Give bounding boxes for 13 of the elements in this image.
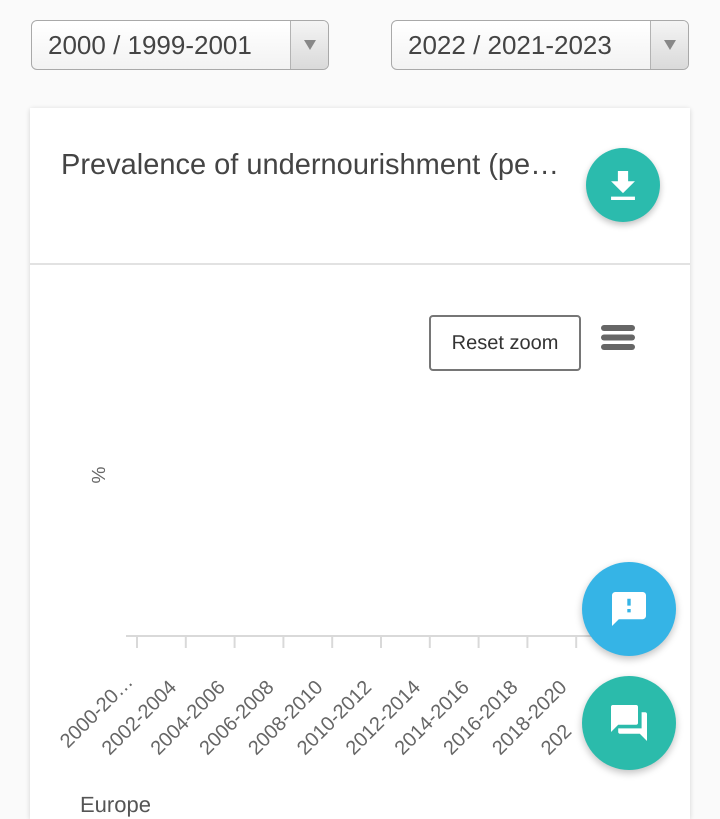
caret-icon bbox=[304, 40, 316, 50]
period-select[interactable]: 2000 / 1999-2001 bbox=[31, 20, 329, 70]
caret-icon bbox=[664, 40, 676, 50]
axis-title: % bbox=[89, 466, 110, 484]
reset-zoom-button[interactable]: Reset zoom bbox=[429, 315, 581, 371]
download-button[interactable] bbox=[586, 148, 660, 222]
legend-item[interactable]: Europe bbox=[80, 793, 151, 817]
chart-title: Prevalence of undernourishment (pe… bbox=[61, 148, 560, 182]
exclamation-bubble-icon bbox=[612, 592, 646, 626]
download-icon bbox=[611, 170, 635, 200]
chat-bubbles-icon bbox=[611, 705, 647, 741]
menu-icon[interactable] bbox=[601, 325, 635, 350]
period-select[interactable]: 2022 / 2021-2023 bbox=[391, 20, 689, 70]
